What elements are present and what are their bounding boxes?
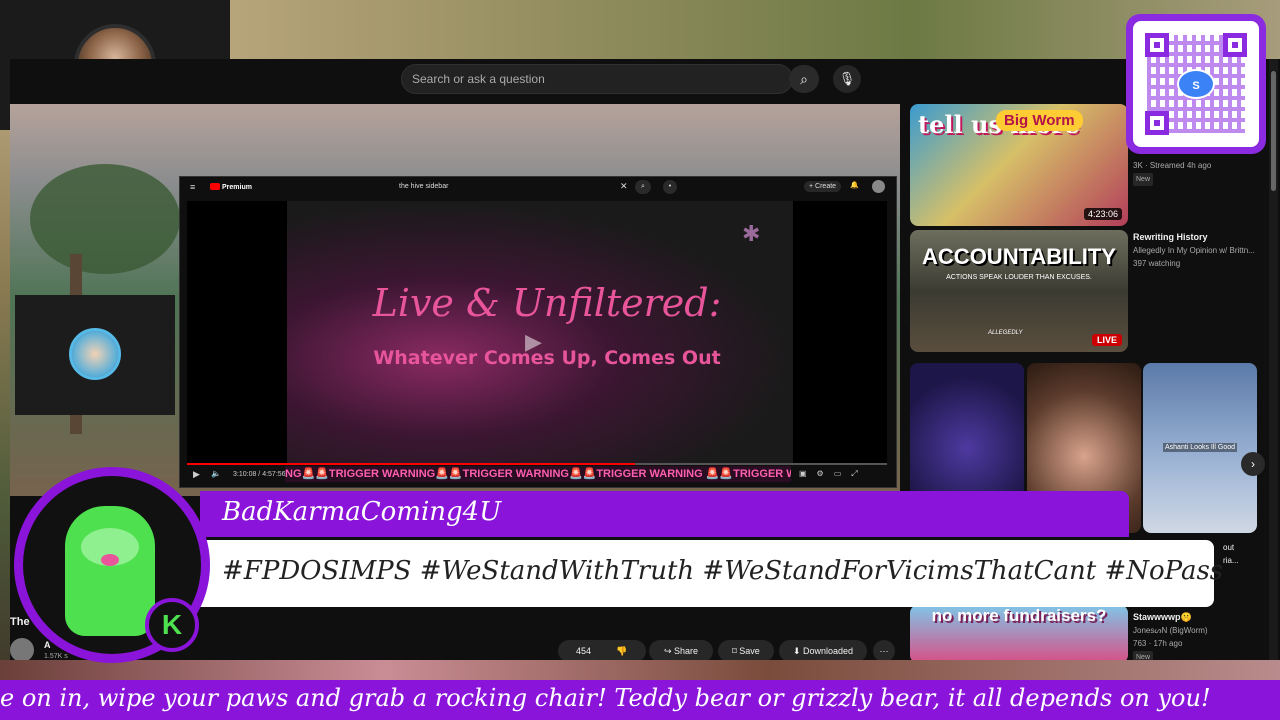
mic-icon[interactable]: 🎙 xyxy=(833,65,861,93)
overlay-hashtag-banner: #FPDOSIMPS #WeStandWithTruth #WeStandFor… xyxy=(200,540,1223,607)
views: 3K xyxy=(1133,161,1143,170)
like-button[interactable]: 454 👎 xyxy=(558,640,646,662)
top-bar: Search or ask a question ⌕ 🎙 xyxy=(10,59,1280,103)
play-button-icon[interactable]: ▶ xyxy=(193,469,200,480)
clear-icon[interactable]: ✕ xyxy=(620,181,628,192)
channel-name-partial[interactable]: A xyxy=(44,640,51,650)
video-title-partial: The xyxy=(10,616,30,628)
download-label: Downloaded xyxy=(803,646,854,656)
guest-avatar xyxy=(69,328,121,380)
dislike-icon[interactable]: 👎 xyxy=(616,640,627,662)
qr-logo: S xyxy=(1177,69,1215,99)
bell-icon[interactable]: 🔔 xyxy=(850,181,859,189)
sidebar-video-2-thumb[interactable]: ACCOUNTABILITY ACTIONS SPEAK LOUDER THAN… xyxy=(910,230,1128,352)
bee-icon: ✱ xyxy=(742,221,761,246)
short-3-title-partial[interactable]: out ria... xyxy=(1223,541,1239,567)
short-caption: Ashanti Looks Ill Good xyxy=(1163,443,1238,452)
sidebar-video-3-meta[interactable]: Stawwwwp🤫 JonesᔕN (BigWorm) 763 · 17h ag… xyxy=(1133,611,1208,664)
sidebar-video-1-thumb[interactable]: tell us more Big Worm 4:23:06 xyxy=(910,104,1128,226)
download-button[interactable]: ⬇ Downloaded xyxy=(779,640,867,662)
short-3[interactable]: Ashanti Looks Ill Good xyxy=(1143,363,1257,533)
overlay-name-banner: BadKarmaComing4U xyxy=(200,491,1129,537)
menu-icon[interactable]: ≡ xyxy=(190,182,195,192)
sidebar-video-3-thumb[interactable]: no more fundraisers? xyxy=(910,605,1128,663)
like-count: 454 xyxy=(576,646,592,656)
thumb-text: ALLEGEDLY xyxy=(988,330,1023,336)
channel-name: JonesᔕN (BigWorm) xyxy=(1133,626,1208,635)
qr-corner xyxy=(1145,111,1169,135)
channel-name: Allegedly In My Opinion w/ Brittn... xyxy=(1133,246,1255,255)
nested-youtube-window: ≡ Premium the hive sidebar ✕ ⌕ • + Creat… xyxy=(179,176,897,488)
player-settings-icons[interactable]: ▣⚙▭⤢ xyxy=(799,469,868,479)
create-button[interactable]: + Create xyxy=(804,181,842,192)
trigger-warning-ticker: NG🚨🚨TRIGGER WARNING🚨🚨TRIGGER WARNING🚨🚨TR… xyxy=(285,466,791,482)
duration-badge: 4:23:06 xyxy=(1083,208,1122,220)
character-body xyxy=(65,506,155,636)
chevron-right-icon[interactable]: › xyxy=(1241,452,1265,476)
sidebar-video-1-meta[interactable]: 3K · Streamed 4h ago New xyxy=(1133,159,1211,186)
save-button[interactable]: ⌑ Save xyxy=(718,640,774,662)
progress-bar[interactable] xyxy=(187,463,887,465)
backdrop-porch xyxy=(230,0,1280,60)
scrollbar[interactable] xyxy=(1269,59,1278,661)
ticker-text: e on in, wipe your paws and grab a rocki… xyxy=(0,684,1211,712)
inner-mic-icon[interactable]: • xyxy=(663,180,677,194)
age: Streamed 4h ago xyxy=(1149,161,1212,170)
inner-search-icon[interactable]: ⌕ xyxy=(635,180,651,194)
time-display: 3:10:08 / 4:57:56 xyxy=(233,471,286,478)
more-icon[interactable]: ⋯ xyxy=(873,640,895,662)
search-icon[interactable]: ⌕ xyxy=(789,65,819,93)
create-label: Create xyxy=(815,183,837,190)
new-badge: New xyxy=(1133,173,1154,186)
overlay-hashtags: #FPDOSIMPS #WeStandWithTruth #WeStandFor… xyxy=(222,556,1224,586)
subscriber-count: 1.57K s xyxy=(44,653,68,660)
youtube-logo[interactable]: Premium xyxy=(210,183,252,191)
video-title: Stawwwwp🤫 xyxy=(1133,612,1192,622)
age: 17h ago xyxy=(1153,639,1183,648)
watching-count: 397 watching xyxy=(1133,259,1181,268)
video-title-sub: Whatever Comes Up, Comes Out xyxy=(373,347,721,369)
brand-label: Premium xyxy=(222,184,252,191)
video-title: Rewriting History xyxy=(1133,232,1208,242)
inner-top-bar: ≡ Premium the hive sidebar ✕ ⌕ • + Creat… xyxy=(180,177,896,199)
search-input[interactable]: Search or ask a question xyxy=(401,64,793,94)
inner-controls: ▶ 🔈 3:10:08 / 4:57:56 NG🚨🚨TRIGGER WARNIN… xyxy=(187,463,887,485)
kick-logo: K xyxy=(145,598,199,652)
thumb-text: ACCOUNTABILITY xyxy=(922,244,1116,269)
share-button[interactable]: ↪ Share xyxy=(649,640,713,662)
qr-corner xyxy=(1223,33,1247,57)
title-line: out xyxy=(1223,543,1235,552)
webcam-mid xyxy=(15,295,175,415)
live-badge: LIVE xyxy=(1091,334,1122,346)
channel-avatar[interactable] xyxy=(10,638,34,662)
character-mouth xyxy=(101,554,119,566)
thumb-text: Big Worm xyxy=(996,110,1083,131)
inner-avatar[interactable] xyxy=(872,180,885,193)
thumb-text: no more fundraisers? xyxy=(931,606,1107,625)
title-line: ria... xyxy=(1223,556,1239,565)
qr-code-panel: S xyxy=(1126,14,1266,154)
thumb-text: ACTIONS SPEAK LOUDER THAN EXCUSES. xyxy=(946,274,1092,281)
sidebar-video-2-meta[interactable]: Rewriting History Allegedly In My Opinio… xyxy=(1133,231,1255,270)
palm-leaves xyxy=(30,164,180,274)
save-label: Save xyxy=(739,646,760,656)
qr-corner xyxy=(1145,33,1169,57)
play-icon[interactable]: ▶ xyxy=(525,329,542,355)
views: 763 xyxy=(1133,639,1147,648)
volume-icon[interactable]: 🔈 xyxy=(211,469,221,478)
overlay-name: BadKarmaComing4U xyxy=(222,497,502,527)
inner-video[interactable]: ✱ Live & Unfiltered: Whatever Comes Up, … xyxy=(187,201,887,463)
video-title-main: Live & Unfiltered: xyxy=(372,281,722,325)
share-label: Share xyxy=(674,646,699,656)
bottom-ticker: e on in, wipe your paws and grab a rocki… xyxy=(0,680,1280,720)
inner-search-text[interactable]: the hive sidebar xyxy=(399,183,448,190)
